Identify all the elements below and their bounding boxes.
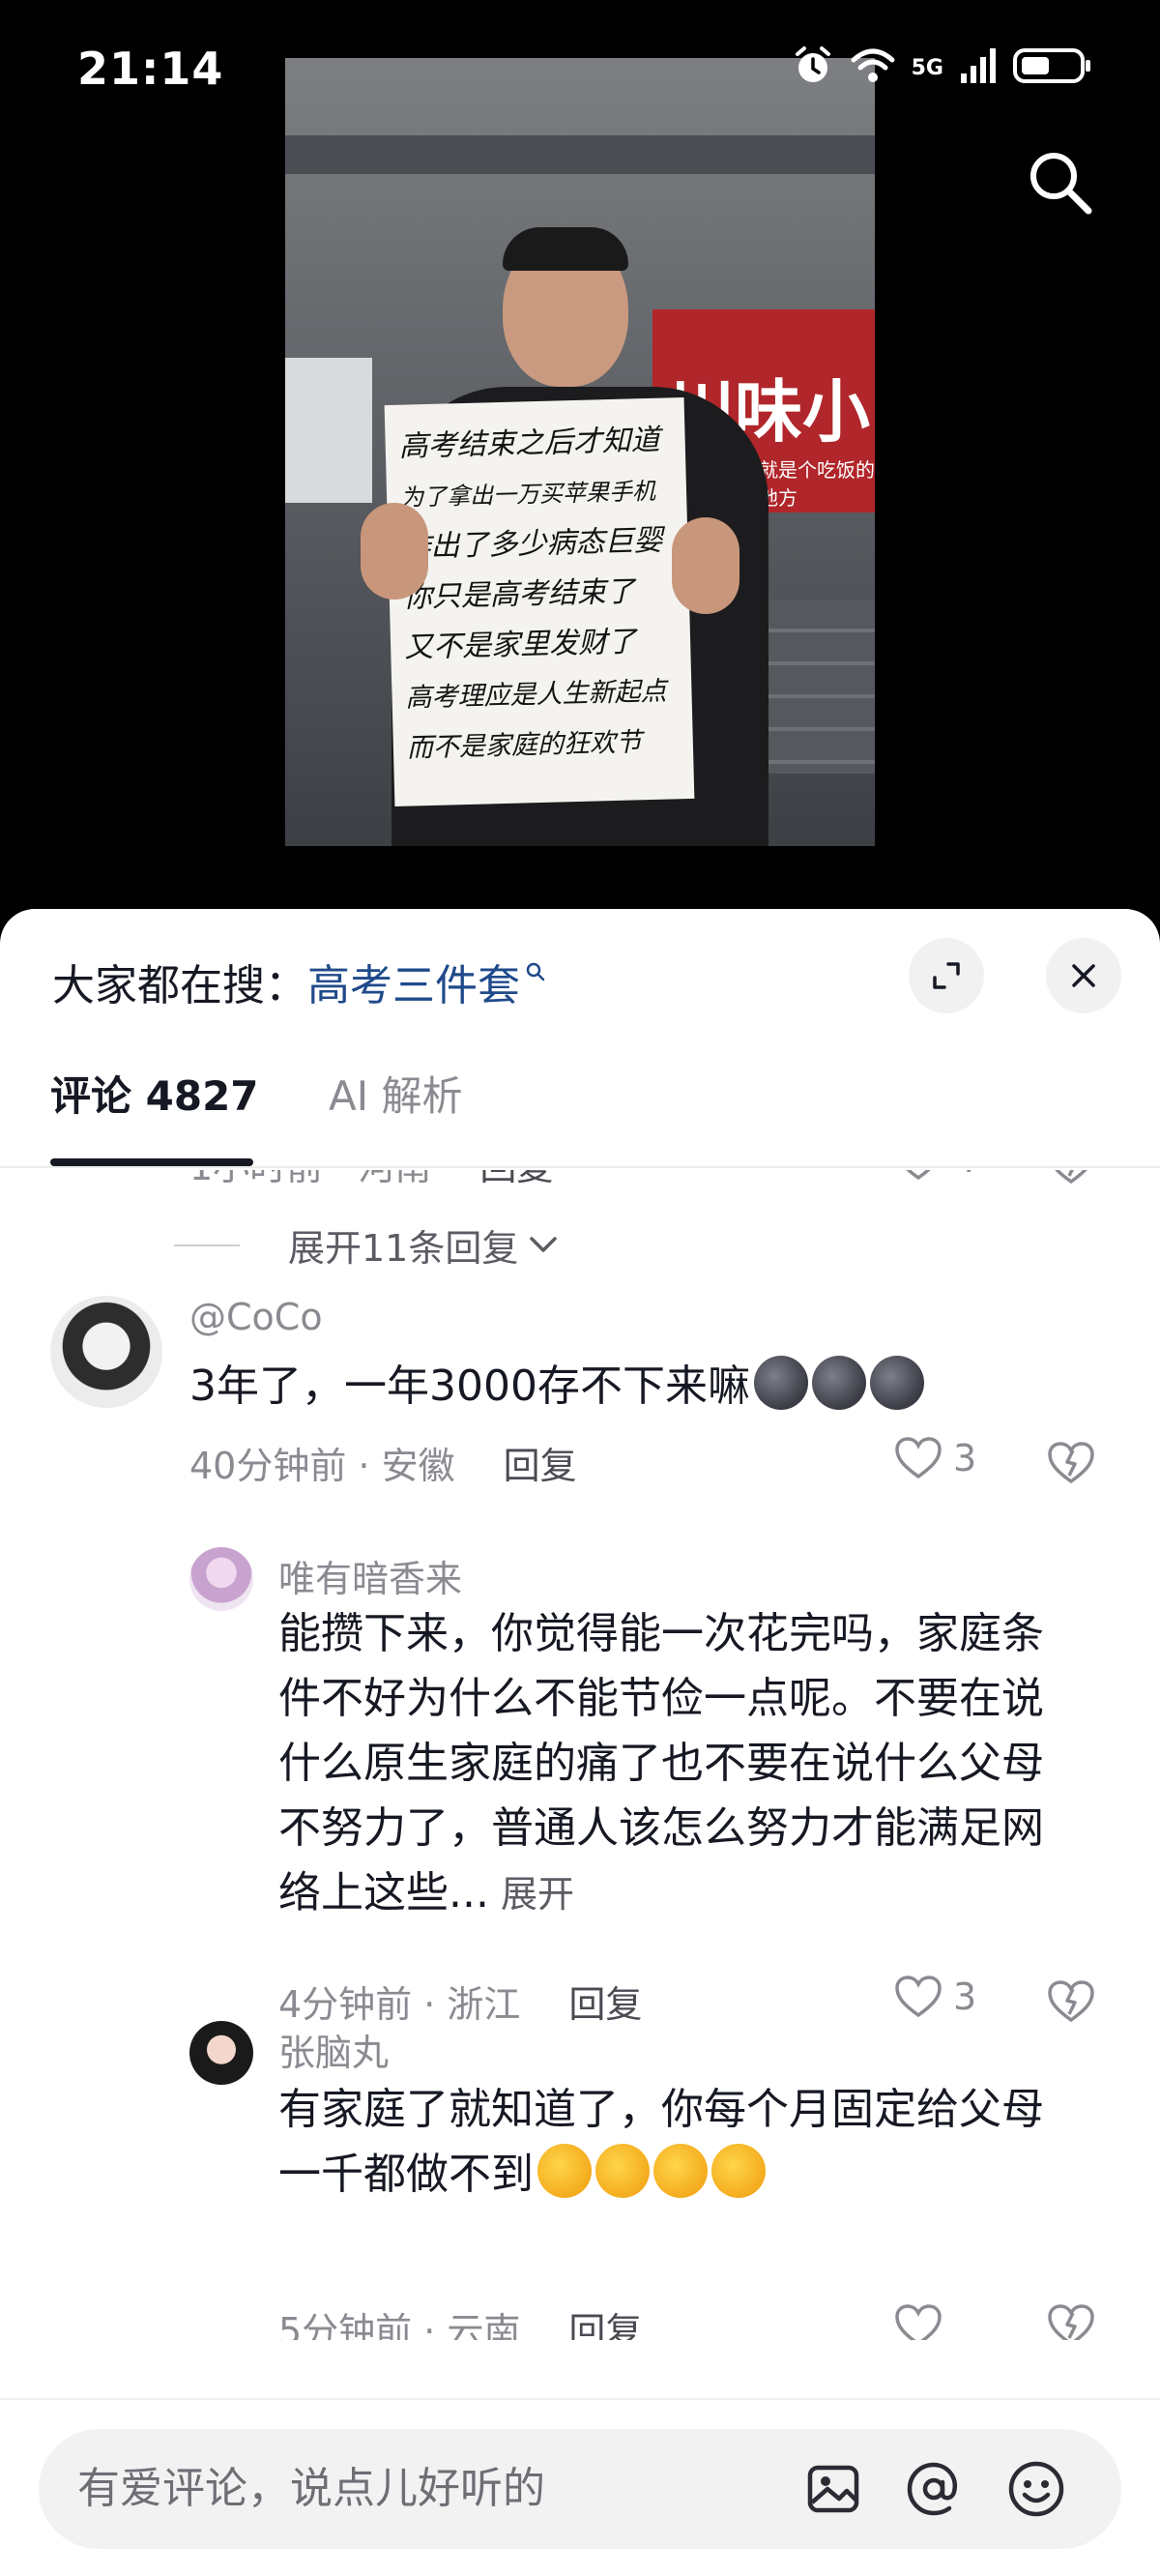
comment-list[interactable]: 1小时前 · 河南回复 4 展开11条回复 @CoCo 3年了，一年3000存不…: [0, 1170, 1160, 2340]
sign-line: 高考理应是人生新起点: [405, 676, 667, 714]
heart-icon: [895, 2304, 942, 2340]
laughing-emoji: [595, 2144, 650, 2198]
person-hair: [503, 227, 628, 271]
broken-heart-icon: [1055, 1170, 1088, 1185]
dislike-button[interactable]: [1046, 2303, 1096, 2340]
reply-button[interactable]: 回复: [568, 2310, 642, 2340]
reply-button[interactable]: 回复: [568, 1983, 642, 2026]
close-icon: [1072, 964, 1095, 987]
storefront-subtext: 就是个吃饭的地方: [759, 458, 875, 510]
sign-line: 又不是家里发财了: [403, 625, 637, 665]
like-count: 3: [953, 1976, 977, 2018]
trending-search-term[interactable]: 高考三件套: [307, 951, 520, 1012]
status-icons: 5G: [792, 44, 1092, 91]
like-count: 3: [953, 1437, 977, 1479]
comment-tabs: 评论 4827 AI 解析: [0, 1054, 1160, 1168]
fullscreen-button[interactable]: [909, 938, 984, 1013]
heart-icon: [895, 1976, 942, 2018]
comment-meta: 1小时前 · 河南 回复: [189, 1170, 553, 1190]
laughing-emoji: [653, 2144, 708, 2198]
close-button[interactable]: [1046, 938, 1121, 1013]
wifi-icon: [850, 46, 896, 89]
status-time: 21:14: [77, 43, 224, 95]
comment-sheet: 大家都在搜： 高考三件套 评论 4827 AI 解析 1小时前 · 河南回复 4…: [0, 909, 1160, 2576]
comment-input-bar: [0, 2398, 1160, 2576]
expand-replies-label: 展开11条回复: [288, 1227, 519, 1270]
like-button[interactable]: 3: [893, 1436, 976, 1480]
reply-button[interactable]: 回复: [479, 1170, 553, 1188]
trending-search[interactable]: 大家都在搜： 高考三件套: [52, 948, 547, 1015]
comment-time-location: 40分钟前 · 安徽: [189, 1445, 455, 1487]
expand-replies-button[interactable]: 展开11条回复: [174, 1218, 561, 1272]
broken-heart-icon: [1048, 1980, 1094, 2023]
like-button[interactable]: [893, 2303, 943, 2340]
signal-icon: [959, 46, 998, 89]
sign-line: 而不是家庭的狂欢节: [406, 727, 643, 764]
heart-icon: [906, 1170, 931, 1181]
handwritten-sign: 高考结束之后才知道 为了拿出一万买苹果手机 炸出了多少病态巨婴 你只是高考结束了…: [384, 397, 695, 806]
moon-face-emoji: [753, 1356, 808, 1410]
battery-icon: [1013, 46, 1092, 89]
like-button[interactable]: 4: [893, 1170, 976, 1182]
comment-meta: 40分钟前 · 安徽 回复: [189, 1436, 577, 1489]
trending-search-prefix: 大家都在搜：: [52, 961, 307, 1010]
broken-heart-icon: [1048, 1442, 1094, 1484]
avatar[interactable]: [189, 1547, 253, 1611]
like-button[interactable]: 3: [893, 1975, 976, 2019]
dislike-button[interactable]: [1046, 1979, 1096, 2028]
comment-input-container[interactable]: [39, 2429, 1121, 2549]
video-frame: 川味小馆 就是个吃饭的地方 高考结束之后才知道 为了拿出一万买苹果手机 炸出了多…: [285, 58, 875, 846]
moon-face-emoji: [869, 1356, 924, 1410]
laughing-emoji: [711, 2144, 766, 2198]
comment-text: 能攒下来，你觉得能一次花完吗，家庭条件不好为什么不能节俭一点呢。不要在说什么原生…: [278, 1601, 1081, 1927]
status-bar: 21:14 5G: [0, 0, 1160, 145]
comment-time-location: 1小时前 · 河南: [189, 1170, 431, 1188]
avatar[interactable]: [50, 1296, 162, 1408]
comment-username[interactable]: 唯有暗香来: [278, 1549, 462, 1602]
search-icon: [524, 960, 547, 987]
sign-line: 高考结束之后才知道: [398, 423, 661, 464]
reply-button[interactable]: 回复: [504, 1445, 577, 1487]
broken-heart-icon: [1048, 2304, 1094, 2340]
sign-line: 你只是高考结束了: [402, 574, 636, 615]
dislike-button[interactable]: [1046, 1170, 1096, 1189]
tab-ai-analysis[interactable]: AI 解析: [329, 1064, 462, 1123]
expand-icon: [933, 962, 960, 989]
image-icon[interactable]: [802, 2458, 864, 2520]
heart-icon: [895, 1437, 942, 1479]
network-type-label: 5G: [911, 55, 943, 80]
emoji-icon[interactable]: [1005, 2458, 1067, 2520]
sign-line: 为了拿出一万买苹果手机: [399, 477, 656, 512]
sign-line: 炸出了多少病态巨婴: [401, 523, 663, 565]
comment-text-content: 能攒下来，你觉得能一次花完吗，家庭条件不好为什么不能节俭一点呢。不要在说什么原生…: [278, 1609, 1044, 1917]
avatar[interactable]: [189, 2021, 253, 2085]
search-icon[interactable]: [1023, 145, 1096, 219]
like-count: 4: [953, 1170, 976, 1181]
mention-icon[interactable]: [903, 2458, 965, 2520]
dislike-button[interactable]: [1046, 1441, 1096, 1489]
comment-input[interactable]: [77, 2464, 754, 2513]
comment-meta: 5分钟前 · 云南 回复: [278, 2301, 642, 2340]
alarm-icon: [792, 44, 834, 91]
comment-time-location: 5分钟前 · 云南: [278, 2310, 521, 2340]
divider-dash: [174, 1244, 240, 1246]
comment-text: 有家庭了就知道了，你每个月固定给父母一千都做不到: [278, 2077, 1081, 2207]
comment-meta: 4分钟前 · 浙江 回复: [278, 1975, 642, 2028]
comment-username[interactable]: @CoCo: [189, 1296, 323, 1338]
comment-text-content: 3年了，一年3000存不下来嘛: [189, 1361, 750, 1411]
comment-username[interactable]: 张脑丸: [278, 2023, 389, 2076]
active-tab-indicator: [50, 1158, 253, 1166]
laughing-emoji: [537, 2144, 592, 2198]
comment-time-location: 4分钟前 · 浙江: [278, 1983, 521, 2026]
tab-comments[interactable]: 评论 4827: [50, 1064, 259, 1123]
moon-face-emoji: [811, 1356, 866, 1410]
ac-unit: [285, 358, 372, 503]
left-hand: [361, 503, 428, 600]
chevron-down-icon: [530, 1236, 558, 1252]
expand-text-button[interactable]: 展开: [501, 1873, 574, 1916]
right-hand: [672, 517, 740, 614]
comment-text: 3年了，一年3000存不下来嘛: [189, 1354, 924, 1419]
